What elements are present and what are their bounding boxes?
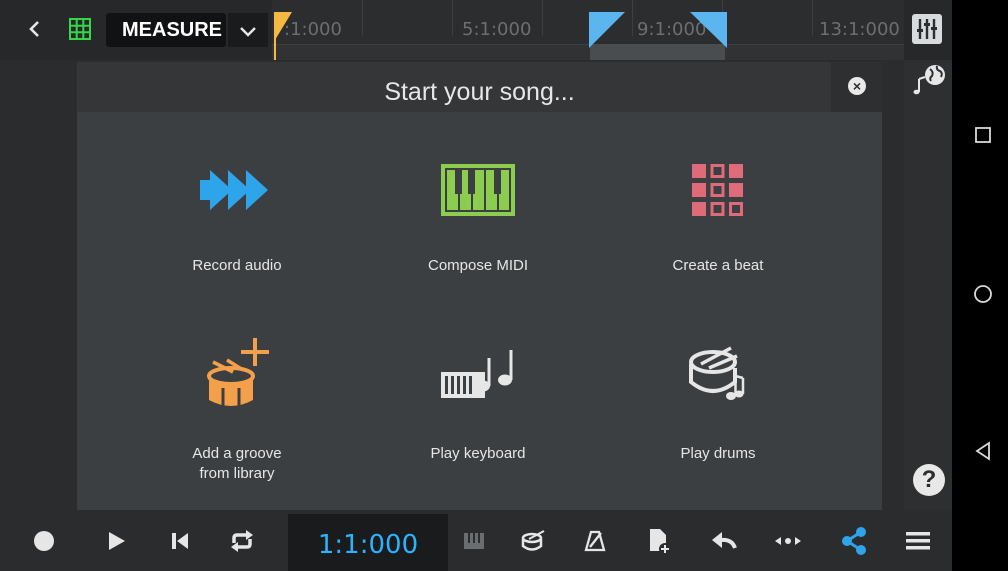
time-format-button[interactable]: MEASURE: [106, 13, 226, 47]
loop-icon: [231, 529, 253, 552]
undo-icon: [712, 531, 737, 549]
play-icon: [109, 531, 125, 550]
drum-button[interactable]: [508, 510, 558, 571]
option-compose-midi[interactable]: Compose MIDI: [358, 150, 598, 320]
option-play-keyboard[interactable]: Play keyboard: [358, 338, 598, 508]
option-label: Create a beat: [672, 257, 764, 274]
option-play-drums[interactable]: Play drums: [598, 338, 838, 508]
markers: [274, 12, 727, 60]
option-label: Compose MIDI: [427, 257, 529, 274]
keyboard-button[interactable]: [452, 510, 496, 571]
piano-keys-icon: [441, 164, 515, 216]
keyboard-icon: [464, 532, 484, 549]
time-display[interactable]: 1:1:000: [288, 514, 448, 571]
option-label: Add a groove from library: [192, 445, 282, 482]
beat-pads-icon: [692, 164, 743, 216]
loop-button[interactable]: [214, 510, 270, 571]
move-icon: [775, 536, 801, 545]
back-button[interactable]: [18, 12, 52, 46]
move-button[interactable]: [760, 510, 816, 571]
app: MEASURE :1:000 5:1:000 9:1:000 13:1:000: [0, 0, 952, 571]
start-song-dialog: Start your song... × Record audio Compos…: [77, 62, 882, 526]
option-label: Play keyboard: [430, 445, 526, 462]
add-file-icon: [650, 528, 671, 555]
help-button[interactable]: ?: [913, 464, 945, 496]
android-nav-bar: [952, 0, 1008, 571]
online-content-button[interactable]: [910, 62, 950, 98]
transport-bar: [0, 510, 952, 571]
drum-plus-icon: [207, 338, 269, 406]
add-file-button[interactable]: [634, 510, 684, 571]
rewind-icon: [172, 532, 188, 549]
menu-icon: [906, 531, 930, 549]
menu-button[interactable]: [890, 510, 946, 571]
right-panel: [904, 60, 952, 510]
record-audio-icon: [200, 170, 268, 210]
drum-note-icon: [689, 346, 745, 400]
home-icon[interactable]: [973, 284, 993, 304]
dialog-title: Start your song...: [384, 78, 575, 106]
record-icon: [34, 530, 54, 551]
play-button[interactable]: [88, 510, 144, 571]
playhead-marker: [275, 12, 292, 40]
top-toolbar: MEASURE :1:000 5:1:000 9:1:000 13:1:000: [0, 0, 952, 60]
share-button[interactable]: [826, 510, 882, 571]
metronome-button[interactable]: [570, 510, 620, 571]
back-nav-icon[interactable]: [974, 441, 992, 461]
mixer-sliders-icon: [917, 19, 937, 39]
globe-music-icon: [913, 65, 945, 95]
close-icon: ×: [848, 77, 866, 95]
rewind-button[interactable]: [152, 510, 208, 571]
loop-start-marker: [589, 12, 625, 48]
snap-grid-button[interactable]: [64, 12, 98, 46]
time-format-dropdown[interactable]: [228, 13, 268, 47]
drum-icon: [521, 529, 545, 551]
timeline-ruler[interactable]: :1:000 5:1:000 9:1:000 13:1:000: [272, 0, 904, 60]
record-button[interactable]: [16, 510, 72, 571]
option-label: Record audio: [192, 257, 282, 274]
recents-icon[interactable]: [974, 126, 992, 144]
loop-end-marker: [690, 12, 727, 48]
close-dialog-button[interactable]: ×: [831, 62, 882, 112]
dialog-header: Start your song... ×: [77, 62, 882, 112]
option-record-audio[interactable]: Record audio: [117, 150, 357, 320]
mixer-button[interactable]: [912, 14, 942, 44]
metronome-icon: [584, 530, 606, 551]
chevron-left-icon: [29, 21, 39, 37]
grid-icon: [69, 18, 91, 40]
option-create-beat[interactable]: Create a beat: [598, 150, 838, 320]
undo-button[interactable]: [696, 510, 752, 571]
chevron-down-icon: [240, 27, 256, 37]
keyboard-notes-icon: [441, 350, 513, 398]
option-add-groove[interactable]: Add a groove from library: [117, 338, 357, 508]
option-label: Play drums: [680, 445, 756, 462]
share-icon: [842, 526, 866, 555]
